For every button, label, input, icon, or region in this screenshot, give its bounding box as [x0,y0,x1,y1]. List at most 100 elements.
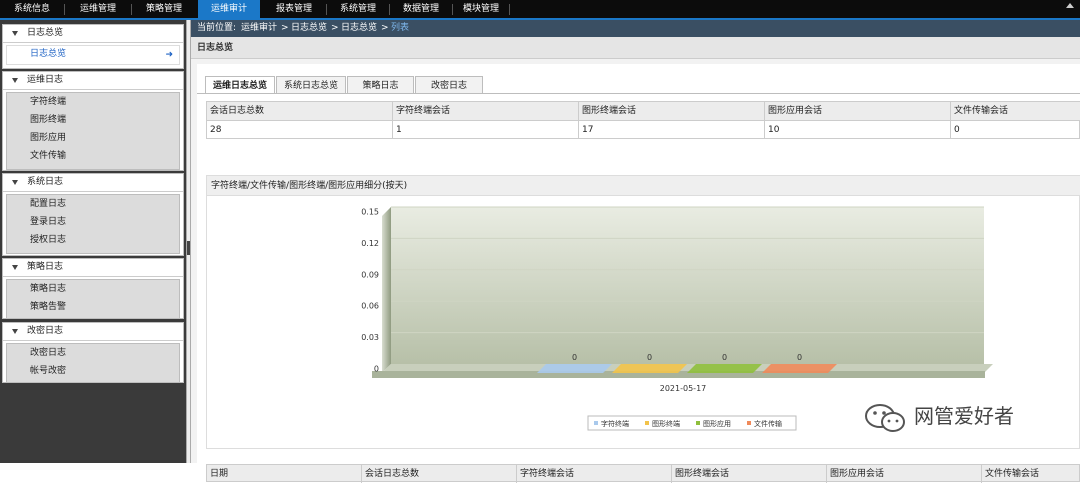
nav-separator [509,4,510,15]
sidebar-group-title: 运维日志 [27,75,64,85]
triangle-down-icon [12,329,18,334]
bar [612,364,687,373]
chart-side-wall [382,207,391,373]
collapse-up-icon[interactable] [1066,3,1074,8]
legend-swatch [747,421,751,425]
y-tick-label: 0 [374,365,379,374]
tab-ops-log-overview[interactable]: 运维日志总览 [205,76,275,94]
legend-label: 图形终端 [652,419,680,428]
breadcrumb-item[interactable]: 日志总览 [291,20,327,37]
sidebar-group-system-log: 系统日志 配置日志 登录日志 授权日志 [2,173,184,256]
sidebar-item-char-terminal[interactable]: 字符终端 [7,93,179,111]
breadcrumb-item[interactable]: 日志总览 [341,20,377,37]
tab-divider [197,93,1080,94]
breadcrumb: 当前位置: 运维审计 > 日志总览 > 日志总览 > 列表 [191,20,1080,37]
summary-value-cell: 10 [765,121,951,139]
breadcrumb-separator: > [281,23,289,33]
sidebar-item-account-password-change[interactable]: 帐号改密 [7,362,179,380]
sidebar-group-password-log: 改密日志 改密日志 帐号改密 [2,322,184,383]
arrow-right-icon: ➜ [165,50,173,60]
data-label: 0 [797,353,802,362]
triangle-down-icon [12,78,18,83]
sidebar-item-graphic-app[interactable]: 图形应用 [7,129,179,147]
watermark: 网管爱好者 [862,400,1062,434]
top-navigation: 系统信息 运维管理 策略管理 运维审计 报表管理 系统管理 数据管理 模块管理 [0,0,1080,20]
tab-system-log-overview[interactable]: 系统日志总览 [276,76,346,94]
sidebar-group-policy-log: 策略日志 策略日志 策略告警 [2,258,184,319]
nav-item-system-info[interactable]: 系统信息 [0,0,64,18]
sidebar-group-title: 策略日志 [27,262,64,272]
chart-title: 字符终端/文件传输/图形终端/图形应用细分(按天) [211,181,408,191]
y-tick-label: 0.12 [361,239,379,248]
sidebar-item-file-transfer[interactable]: 文件传输 [7,147,179,165]
summary-table: 会话日志总数 字符终端会话 图形终端会话 图形应用会话 文件传输会话 28 1 … [206,101,1080,139]
watermark-text: 网管爱好者 [914,404,1014,428]
y-tick-label: 0.09 [361,270,379,279]
summary-value-cell: 28 [207,121,393,139]
breadcrumb-current: 列表 [391,23,410,33]
breadcrumb-prefix: 当前位置: [197,23,237,33]
summary-value-cell: 0 [954,125,960,135]
sidebar-group-header[interactable]: 系统日志 [3,174,183,192]
tab-password-change-log[interactable]: 改密日志 [415,76,483,94]
legend-label: 文件传输 [754,419,782,428]
tab-policy-log[interactable]: 策略日志 [347,76,414,94]
page-title: 日志总览 [197,43,234,53]
y-tick-label: 0.15 [361,208,379,217]
sidebar-group-header[interactable]: 策略日志 [3,259,183,277]
breadcrumb-item[interactable]: 运维审计 [241,20,277,37]
chart-back-wall [391,207,984,364]
sidebar-item-graphic-terminal[interactable]: 图形终端 [7,111,179,129]
sidebar-group-body: 字符终端 图形终端 图形应用 文件传输 [6,92,180,170]
sidebar-item-password-change-log[interactable]: 改密日志 [7,344,179,362]
summary-header-cell: 字符终端会话 [393,102,579,120]
sidebar-item-policy-alert[interactable]: 策略告警 [7,298,179,316]
detail-header-cell: 图形终端会话 [672,465,827,483]
nav-item-system-management[interactable]: 系统管理 [327,0,389,18]
detail-header-cell: 字符终端会话 [517,465,672,483]
sidebar-group-body: 日志总览 ➜ [6,45,180,65]
summary-header-cell: 图形终端会话 [579,102,765,120]
detail-header-cell: 会话日志总数 [362,465,517,483]
sidebar-group-header[interactable]: 改密日志 [3,323,183,341]
summary-value-cell: 17 [579,121,765,139]
y-tick-label: 0.06 [361,302,379,311]
bar [762,364,837,373]
sidebar-item-config-log[interactable]: 配置日志 [7,195,179,213]
triangle-down-icon [12,265,18,270]
sidebar-item-login-log[interactable]: 登录日志 [7,213,179,231]
breadcrumb-separator: > [381,23,389,33]
detail-header-cell: 图形应用会话 [827,465,982,483]
bar [537,364,612,373]
sidebar-group-title: 系统日志 [27,177,64,187]
sidebar-item-policy-log[interactable]: 策略日志 [7,280,179,298]
sidebar-item-auth-log[interactable]: 授权日志 [7,231,179,249]
sidebar: 日志总览 日志总览 ➜ 运维日志 字符终端 图形终端 图形应用 文件传输 系统日… [0,20,186,463]
sidebar-group-body: 改密日志 帐号改密 [6,343,180,383]
summary-header-cell: 图形应用会话 [765,102,951,120]
nav-item-policy-management[interactable]: 策略管理 [132,0,196,18]
splitter-handle[interactable] [187,241,190,255]
nav-item-ops-audit[interactable]: 运维审计 [198,0,260,18]
sidebar-group-header[interactable]: 日志总览 [3,25,183,43]
triangle-down-icon [12,31,18,36]
legend-swatch [645,421,649,425]
nav-item-ops-management[interactable]: 运维管理 [65,0,131,18]
data-label: 0 [572,353,577,362]
sidebar-group-header[interactable]: 运维日志 [3,72,183,90]
summary-header-cell: 会话日志总数 [207,102,393,120]
y-tick-label: 0.03 [361,333,379,342]
legend-label: 字符终端 [601,419,629,428]
nav-item-data-management[interactable]: 数据管理 [390,0,452,18]
page-header: 日志总览 [191,37,1080,59]
bar [687,364,762,373]
sidebar-item-log-overview[interactable]: 日志总览 [7,46,179,62]
nav-item-report-management[interactable]: 报表管理 [262,0,326,18]
data-label: 0 [722,353,727,362]
main-area: 当前位置: 运维审计 > 日志总览 > 日志总览 > 列表 日志总览 运维日志总… [191,20,1080,483]
sidebar-group-ops-log: 运维日志 字符终端 图形终端 图形应用 文件传输 [2,71,184,171]
breadcrumb-separator: > [331,23,339,33]
sidebar-group-title: 日志总览 [27,28,64,38]
wechat-icon [865,404,905,432]
nav-item-module-management[interactable]: 模块管理 [453,0,509,18]
